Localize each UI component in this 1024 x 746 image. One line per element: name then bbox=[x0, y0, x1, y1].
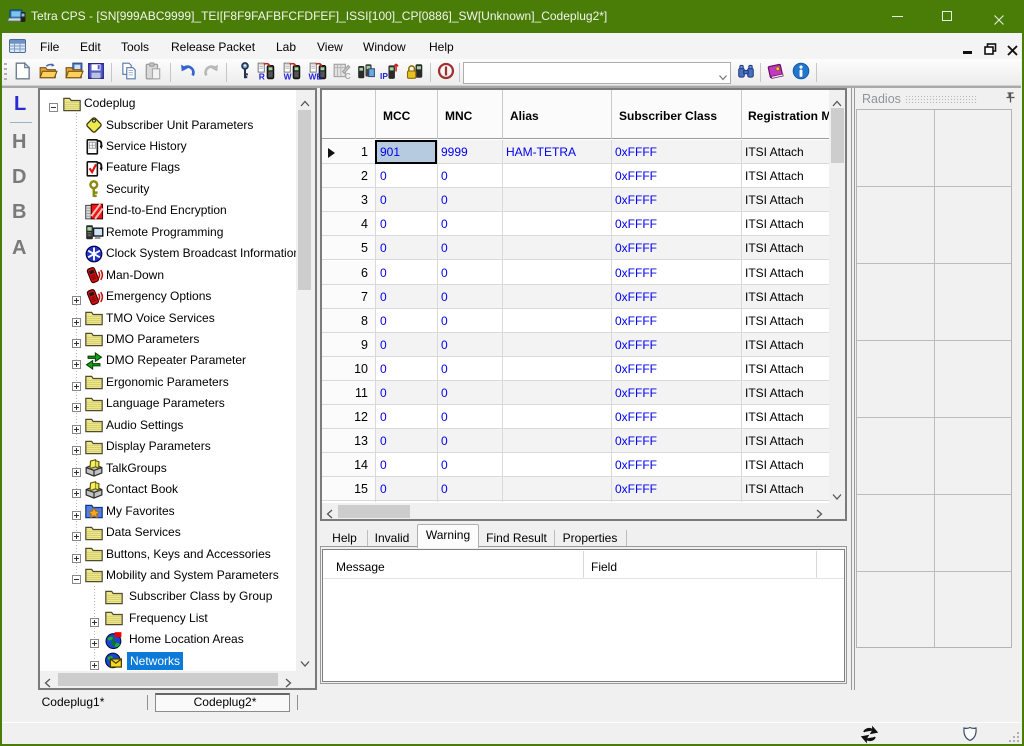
svg-text:W: W bbox=[284, 71, 292, 81]
svg-text:C: C bbox=[345, 71, 351, 81]
svg-text:IP: IP bbox=[380, 71, 388, 81]
svg-text:WE: WE bbox=[308, 71, 322, 81]
svg-text:R: R bbox=[259, 71, 265, 81]
